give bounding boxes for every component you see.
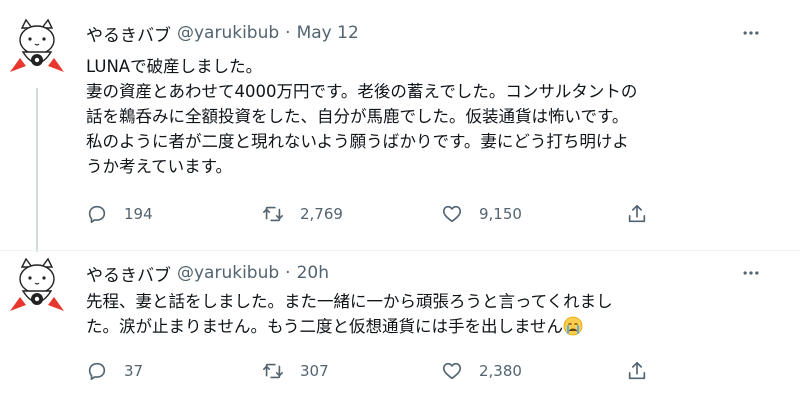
retweet-icon [262,360,284,382]
tweet-text-line: 話を鵜呑みに全額投資をした、自分が馬鹿でした。仮装通貨は怖いです。 [86,107,629,126]
more-options-button[interactable] [740,262,762,284]
reply-count: 37 [124,362,144,380]
tweet-timestamp[interactable]: 20h [297,263,329,283]
tweet-thread: やるきバブ @yarukibub · May 12 LUNAで破産しました。 妻… [0,0,800,414]
tweet-header: やるきバブ @yarukibub · 20h [86,261,329,286]
separator-dot: · [285,263,291,283]
like-icon [441,360,463,382]
tweet-text-line: 先程、妻と話をしました。また一緒に一から頑張ろうと言ってくれまし [86,292,613,311]
more-options-button[interactable] [740,22,762,44]
tweet-text: 先程、妻と話をしました。また一緒に一から頑張ろうと言ってくれまし た。涙が止まり… [86,289,766,339]
share-button[interactable] [626,202,664,226]
cat-avatar-icon[interactable] [6,255,68,317]
tweet-text: LUNAで破産しました。 妻の資産とあわせて4000万円です。老後の蓄えでした。… [86,54,766,179]
like-count: 2,380 [479,362,522,380]
retweet-icon [262,203,284,225]
tweet-actions: 37 307 2,380 [86,359,686,383]
retweet-button[interactable]: 307 [262,359,329,383]
tweet-actions: 194 2,769 9,150 [86,202,686,226]
tweet-text-line-with-emoji: た。涙が止まりません。もう二度と仮想通貨には手を出しません [86,314,766,339]
cat-avatar-icon[interactable] [6,16,68,78]
retweet-button[interactable]: 2,769 [262,202,343,226]
tweet-text-line: 妻の資産とあわせて4000万円です。老後の蓄えでした。コンサルタントの [86,82,638,101]
reply-button[interactable]: 194 [86,202,153,226]
display-name[interactable]: やるきバブ [86,21,171,46]
reply-icon [86,203,108,225]
retweet-count: 2,769 [300,205,343,223]
crying-face-emoji [563,316,583,336]
tweet-text-line: 私のように者が二度と現れないよう願うばかりです。妻にどう打ち明けよ [86,132,629,151]
user-handle[interactable]: @yarukibub [177,23,279,43]
reply-icon [86,360,108,382]
separator-dot: · [285,23,291,43]
user-handle[interactable]: @yarukibub [177,263,279,283]
tweet[interactable]: やるきバブ @yarukibub · 20h 先程、妻と話をしました。また一緒に… [0,250,800,414]
retweet-count: 307 [300,362,329,380]
display-name[interactable]: やるきバブ [86,261,171,286]
like-icon [441,203,463,225]
more-options-icon [741,23,761,43]
like-button[interactable]: 2,380 [441,359,522,383]
share-button[interactable] [626,359,664,383]
share-icon [626,360,648,382]
tweet-header: やるきバブ @yarukibub · May 12 [86,21,359,46]
more-options-icon [741,263,761,283]
reply-button[interactable]: 37 [86,359,143,383]
tweet-timestamp[interactable]: May 12 [297,23,359,43]
reply-count: 194 [124,205,153,223]
tweet-text-segment: た。涙が止まりません。もう二度と仮想通貨には手を出しません [86,317,564,336]
like-button[interactable]: 9,150 [441,202,522,226]
tweet[interactable]: やるきバブ @yarukibub · May 12 LUNAで破産しました。 妻… [0,0,800,250]
share-icon [626,203,648,225]
tweet-text-line: うか考えています。 [86,157,233,176]
like-count: 9,150 [479,205,522,223]
tweet-text-line: LUNAで破産しました。 [86,57,263,76]
